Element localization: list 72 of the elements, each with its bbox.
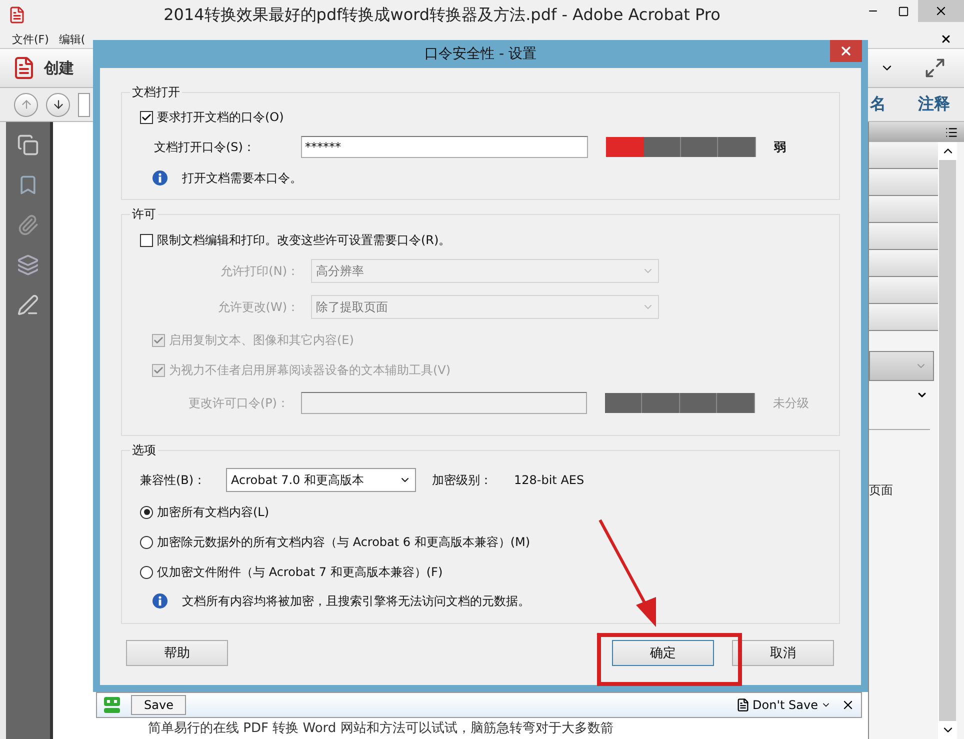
- full-screen-icon[interactable]: [924, 57, 946, 79]
- info-icon: [152, 170, 168, 186]
- panel-section[interactable]: [869, 170, 938, 196]
- pages-icon[interactable]: [17, 134, 39, 156]
- encryption-value: 128-bit AES: [514, 473, 584, 487]
- document-icon: [736, 698, 750, 712]
- field-label: 允许更改(W)：: [216, 298, 300, 316]
- panel-section[interactable]: [869, 305, 938, 331]
- panel-section[interactable]: [869, 251, 938, 277]
- field-label: 加密级别：: [432, 472, 493, 488]
- up-arrow-icon: [20, 98, 32, 111]
- paperclip-icon[interactable]: [17, 214, 39, 236]
- signature-icon[interactable]: [17, 294, 39, 316]
- dropdown[interactable]: Acrobat 7.0 和更高版本: [226, 468, 416, 492]
- field-label: 兼容性(B)：: [140, 472, 207, 488]
- maximize-icon: [898, 6, 908, 16]
- panel-section[interactable]: [869, 224, 938, 250]
- field-label: 文档打开口令(S)：: [154, 138, 256, 156]
- ok-button[interactable]: 确定: [612, 640, 714, 666]
- menu-item[interactable]: 编辑(: [58, 32, 86, 46]
- next-page-button[interactable]: [46, 92, 70, 116]
- group-title: 选项: [131, 442, 157, 459]
- document-text: 简单易行的在线 PDF 转换 Word 网站和方法可以试试，脑筋急转弯对于大多数箭: [148, 720, 614, 737]
- create-menu[interactable]: 创建: [44, 58, 74, 78]
- close-icon: [934, 4, 948, 18]
- dialog-title: 口令安全性 - 设置: [424, 45, 538, 63]
- checkbox-label: 限制文档编辑和打印。改变这些许可设置需要口令(R)。: [157, 232, 451, 248]
- panel-options-icon[interactable]: [945, 126, 958, 138]
- help-button[interactable]: 帮助: [126, 640, 228, 666]
- strength-reading: 未分级: [773, 394, 809, 412]
- panel-tab[interactable]: 名: [870, 94, 886, 115]
- info-text: 文档所有内容均将被加密，且搜索引擎将无法访问文档的元数据。: [182, 592, 530, 610]
- checkbox-label: 为视力不佳者启用屏幕阅读器设备的文本辅助工具(V): [169, 362, 451, 378]
- checkbox[interactable]: [140, 110, 153, 124]
- close-button[interactable]: [918, 0, 964, 22]
- menu-item[interactable]: 文件(F): [12, 32, 49, 46]
- panel-tab[interactable]: 注释: [918, 94, 950, 115]
- close-icon[interactable]: [841, 698, 855, 712]
- checkbox-label: 启用复制文本、图像和其它内容(E): [169, 332, 354, 348]
- layers-icon[interactable]: [17, 254, 39, 276]
- dont-save-button[interactable]: Don't Save: [736, 698, 831, 712]
- info-text: 打开文档需要本口令。: [182, 170, 302, 186]
- radio-button[interactable]: [140, 536, 153, 548]
- radio-button[interactable]: [140, 566, 153, 578]
- pdf-file-icon: [8, 6, 26, 24]
- radio-label: 仅加密文件附件（与 Acrobat 7 和更高版本兼容）(F): [157, 564, 443, 580]
- create-document-icon[interactable]: [12, 56, 36, 80]
- checkbox-label: 要求打开文档的口令(O): [157, 108, 284, 126]
- radio-label: 加密除元数据外的所有文档内容（与 Acrobat 6 和更高版本兼容）(M): [157, 534, 530, 550]
- strength-reading: 弱: [774, 138, 786, 156]
- previous-page-button[interactable]: [14, 92, 38, 116]
- cancel-button[interactable]: 取消: [732, 640, 834, 666]
- info-icon: [152, 593, 168, 609]
- window-title: 2014转换效果最好的pdf转换成word转换器及方法.pdf - Adobe Acrobat Pro: [162, 4, 722, 26]
- panel-section[interactable]: [869, 278, 938, 304]
- radio-label: 加密所有文档内容(L): [157, 504, 270, 520]
- close-icon: [839, 44, 853, 58]
- radio-button[interactable]: [140, 506, 153, 518]
- close-icon[interactable]: [940, 33, 952, 45]
- robot-icon: [103, 696, 121, 714]
- panel-section[interactable]: [869, 197, 938, 223]
- close-button[interactable]: [830, 40, 862, 62]
- group-title: 许可: [131, 206, 157, 223]
- checkbox[interactable]: [140, 234, 153, 246]
- panel-text: 页面: [869, 482, 894, 499]
- field-label: 更改许可口令(P)：: [187, 394, 290, 412]
- down-arrow-icon: [52, 98, 64, 111]
- group-title: 文档打开: [131, 84, 181, 101]
- save-button[interactable]: Save: [131, 695, 186, 715]
- field-label: 允许打印(N)：: [220, 262, 300, 280]
- panel-dropdown[interactable]: [869, 351, 934, 381]
- password-field[interactable]: ******: [301, 136, 588, 158]
